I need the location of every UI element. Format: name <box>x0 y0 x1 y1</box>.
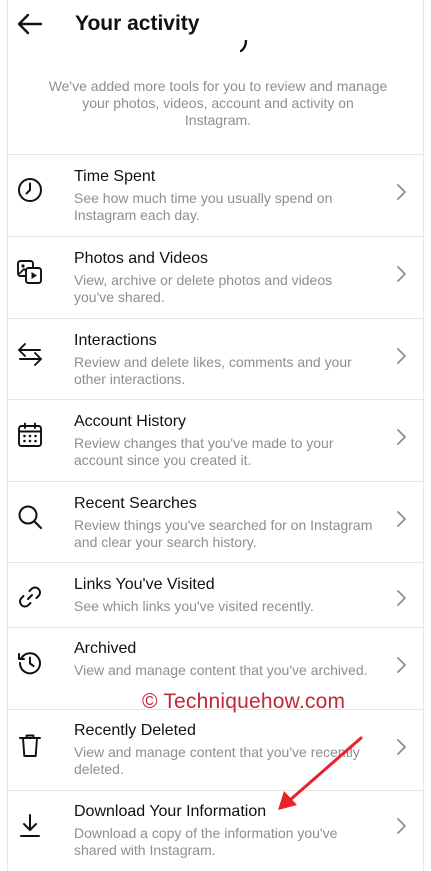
item-description: Review things you've searched for on Ins… <box>74 517 373 550</box>
item-description: Review changes that you've made to your … <box>74 435 334 468</box>
list-item-time-spent[interactable]: Time Spent See how much time you usually… <box>8 154 423 236</box>
item-title: Recently Deleted <box>74 722 196 739</box>
item-description: View and manage content that you've rece… <box>74 744 360 777</box>
cropped-graphic <box>240 40 248 52</box>
calendar-icon <box>16 421 44 449</box>
chevron-right-icon <box>394 428 408 446</box>
list-item-links-visited[interactable]: Links You've Visited See which links you… <box>8 562 423 627</box>
item-title: Links You've Visited <box>74 576 215 593</box>
chevron-right-icon <box>394 817 408 835</box>
list-item-recent-searches[interactable]: Recent Searches Review things you've sea… <box>8 481 423 562</box>
item-description: Download a copy of the information you'v… <box>74 825 338 858</box>
header-bar: Your activity <box>8 0 423 52</box>
chevron-right-icon <box>394 589 408 607</box>
chevron-right-icon <box>394 265 408 283</box>
your-activity-screen: Your activity We've added more tools for… <box>7 0 424 871</box>
item-description: See which links you've visited recently. <box>74 598 314 614</box>
item-title: Photos and Videos <box>74 250 209 267</box>
watermark-text: © Techniquehow.com <box>142 690 346 713</box>
archive-history-icon <box>16 649 44 677</box>
item-title: Download Your Information <box>74 803 267 820</box>
interactions-arrows-icon <box>16 340 44 368</box>
page-title: Your activity <box>75 12 200 35</box>
item-title: Archived <box>74 640 137 657</box>
chevron-right-icon <box>394 738 408 756</box>
link-icon <box>16 583 44 611</box>
list-item-download-information[interactable]: Download Your Information Download a cop… <box>8 790 423 870</box>
download-icon <box>16 811 44 839</box>
list-item-photos-and-videos[interactable]: Photos and Videos View, archive or delet… <box>8 236 423 318</box>
intro-text: We've added more tools for you to review… <box>48 78 388 128</box>
activity-list: Time Spent See how much time you usually… <box>8 154 423 870</box>
item-title: Recent Searches <box>74 495 197 512</box>
chevron-right-icon <box>394 656 408 674</box>
list-item-recently-deleted[interactable]: Recently Deleted View and manage content… <box>8 709 423 790</box>
item-title: Time Spent <box>74 168 156 185</box>
item-description: See how much time you usually spend on I… <box>74 190 333 223</box>
search-icon <box>16 503 44 531</box>
item-title: Interactions <box>74 332 157 349</box>
trash-icon <box>16 731 44 759</box>
back-arrow-icon[interactable] <box>16 10 44 38</box>
chevron-right-icon <box>394 183 408 201</box>
item-description: View, archive or delete photos and video… <box>74 272 333 305</box>
item-title: Account History <box>74 413 187 430</box>
list-item-interactions[interactable]: Interactions Review and delete likes, co… <box>8 318 423 399</box>
clock-icon <box>16 176 44 204</box>
list-item-account-history[interactable]: Account History Review changes that you'… <box>8 399 423 481</box>
photos-videos-icon <box>16 258 44 286</box>
chevron-right-icon <box>394 347 408 365</box>
item-description: Review and delete likes, comments and yo… <box>74 354 352 387</box>
chevron-right-icon <box>394 510 408 528</box>
item-description: View and manage content that you've arch… <box>74 662 368 678</box>
